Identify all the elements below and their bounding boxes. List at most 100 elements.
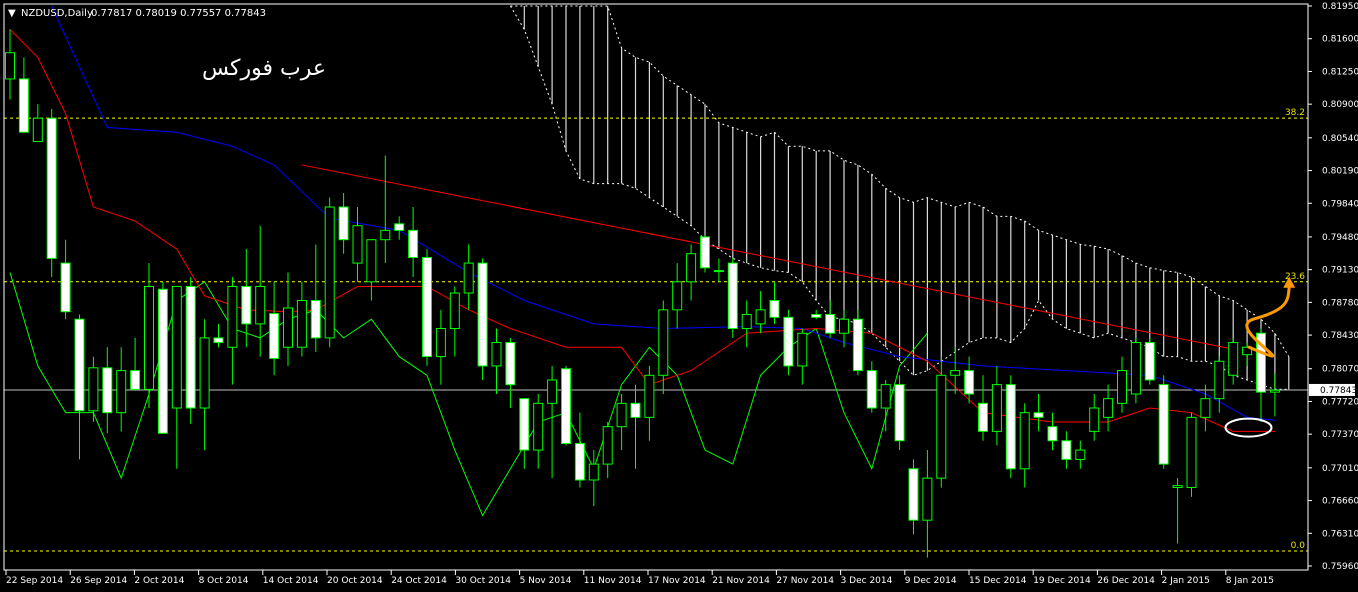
x-tick-label: 22 Sep 2014 <box>6 576 63 586</box>
candle-body <box>352 225 363 264</box>
x-tick-label: 8 Oct 2014 <box>199 576 249 586</box>
y-tick-label: 0.78780 <box>1322 298 1358 308</box>
candle-body <box>296 299 307 348</box>
x-tick-label: 26 Sep 2014 <box>70 576 127 586</box>
candle-body <box>1075 449 1086 460</box>
candle-body <box>1061 440 1072 460</box>
watermark-logo: عرب فوركس <box>202 56 326 81</box>
candle-body <box>658 309 669 376</box>
candle-body <box>144 285 154 390</box>
y-tick-label: 0.77370 <box>1322 430 1358 440</box>
candle-body <box>978 402 988 432</box>
candle-body <box>1047 426 1058 442</box>
candle-body <box>561 368 571 445</box>
candle-body <box>1089 407 1100 432</box>
candle-body <box>435 328 446 358</box>
candle-body <box>630 402 641 418</box>
candle-body <box>477 262 488 367</box>
collapse-arrow-icon[interactable]: ▼ <box>8 8 16 19</box>
candle-body <box>588 463 599 481</box>
candle-body <box>686 253 697 283</box>
y-tick-label: 0.76310 <box>1322 529 1358 539</box>
candle-body <box>1103 398 1114 418</box>
y-tick-label: 0.78430 <box>1322 331 1358 341</box>
candle-body <box>866 370 877 409</box>
candle-body <box>18 78 29 133</box>
candle-body <box>283 307 293 348</box>
x-tick-label: 2 Oct 2014 <box>134 576 184 586</box>
symbol-label: NZDUSD,Daily <box>21 8 93 19</box>
candle-body <box>227 285 238 348</box>
candle-body <box>157 288 168 434</box>
x-tick-label: 8 Jan 2015 <box>1226 576 1274 586</box>
fib-level-label: 38.2 <box>1285 108 1305 118</box>
candle-body <box>422 256 432 358</box>
x-tick-label: 3 Dec 2014 <box>841 576 893 586</box>
candle-body <box>1033 412 1044 418</box>
candle-body <box>644 374 655 418</box>
candle-body <box>269 313 280 359</box>
y-tick-label: 0.75960 <box>1322 562 1358 572</box>
candle-body <box>700 236 710 269</box>
candle-body <box>1186 416 1197 488</box>
candle-body <box>672 281 683 311</box>
candle-body <box>5 52 15 80</box>
candle-body <box>1117 370 1127 404</box>
y-tick-label: 0.80540 <box>1322 134 1358 144</box>
candle-body <box>338 206 349 241</box>
x-tick-label: 14 Oct 2014 <box>263 576 319 586</box>
candle-body <box>811 314 822 318</box>
candle-body <box>950 370 961 376</box>
candle-body <box>1019 412 1030 470</box>
candle-body <box>1200 398 1211 418</box>
candle-body <box>727 262 738 330</box>
candle-body <box>74 318 85 412</box>
candle-body <box>505 342 516 386</box>
candle-body <box>1228 342 1239 376</box>
candle-body <box>547 379 558 404</box>
candle-body <box>394 223 405 231</box>
candle-body <box>852 318 863 372</box>
candle-body <box>825 314 836 334</box>
candle-body <box>102 367 113 414</box>
chart[interactable]: 38.223.60.0 0.819500.816000.812500.80900… <box>0 0 1358 592</box>
y-tick-label: 0.78070 <box>1322 365 1358 375</box>
ohlc-values: 0.77817 0.78019 0.77557 0.77843 <box>91 8 266 19</box>
candle-body <box>185 285 196 409</box>
y-tick-label: 0.79130 <box>1322 266 1358 276</box>
candle-body <box>616 402 627 428</box>
candle-body <box>1269 389 1280 393</box>
candle-body <box>908 468 919 521</box>
y-tick-label: 0.79840 <box>1322 199 1358 209</box>
x-tick-label: 9 Dec 2014 <box>905 576 957 586</box>
y-tick-label: 0.81250 <box>1322 67 1358 77</box>
candle-body <box>32 117 43 143</box>
candle-body <box>839 318 849 334</box>
candle-body <box>491 342 502 367</box>
candle-body <box>755 309 766 325</box>
current-price-label: 0.77843 <box>1320 386 1357 396</box>
x-tick-label: 17 Nov 2014 <box>648 576 706 586</box>
y-tick-label: 0.80900 <box>1322 100 1358 110</box>
candle-body <box>324 206 335 339</box>
candle-body <box>574 443 585 481</box>
candle-body <box>602 426 613 465</box>
candle-body <box>241 285 252 325</box>
candle-body <box>713 270 724 273</box>
y-tick-label: 0.81600 <box>1322 35 1358 45</box>
candle-body <box>408 229 419 258</box>
fib-level-label: 0.0 <box>1291 541 1306 551</box>
candle-body <box>310 299 321 339</box>
candle-body <box>797 332 808 367</box>
x-tick-label: 15 Dec 2014 <box>969 576 1027 586</box>
candle-body <box>783 316 794 367</box>
y-tick-label: 0.81950 <box>1322 2 1358 12</box>
y-tick-label: 0.77720 <box>1322 397 1358 407</box>
candle-body <box>130 370 141 390</box>
candle-body <box>171 285 182 409</box>
x-tick-label: 11 Nov 2014 <box>584 576 642 586</box>
candle-body <box>199 337 210 409</box>
candle-body <box>533 402 544 451</box>
candle-body <box>463 262 474 294</box>
candle-body <box>380 229 391 241</box>
